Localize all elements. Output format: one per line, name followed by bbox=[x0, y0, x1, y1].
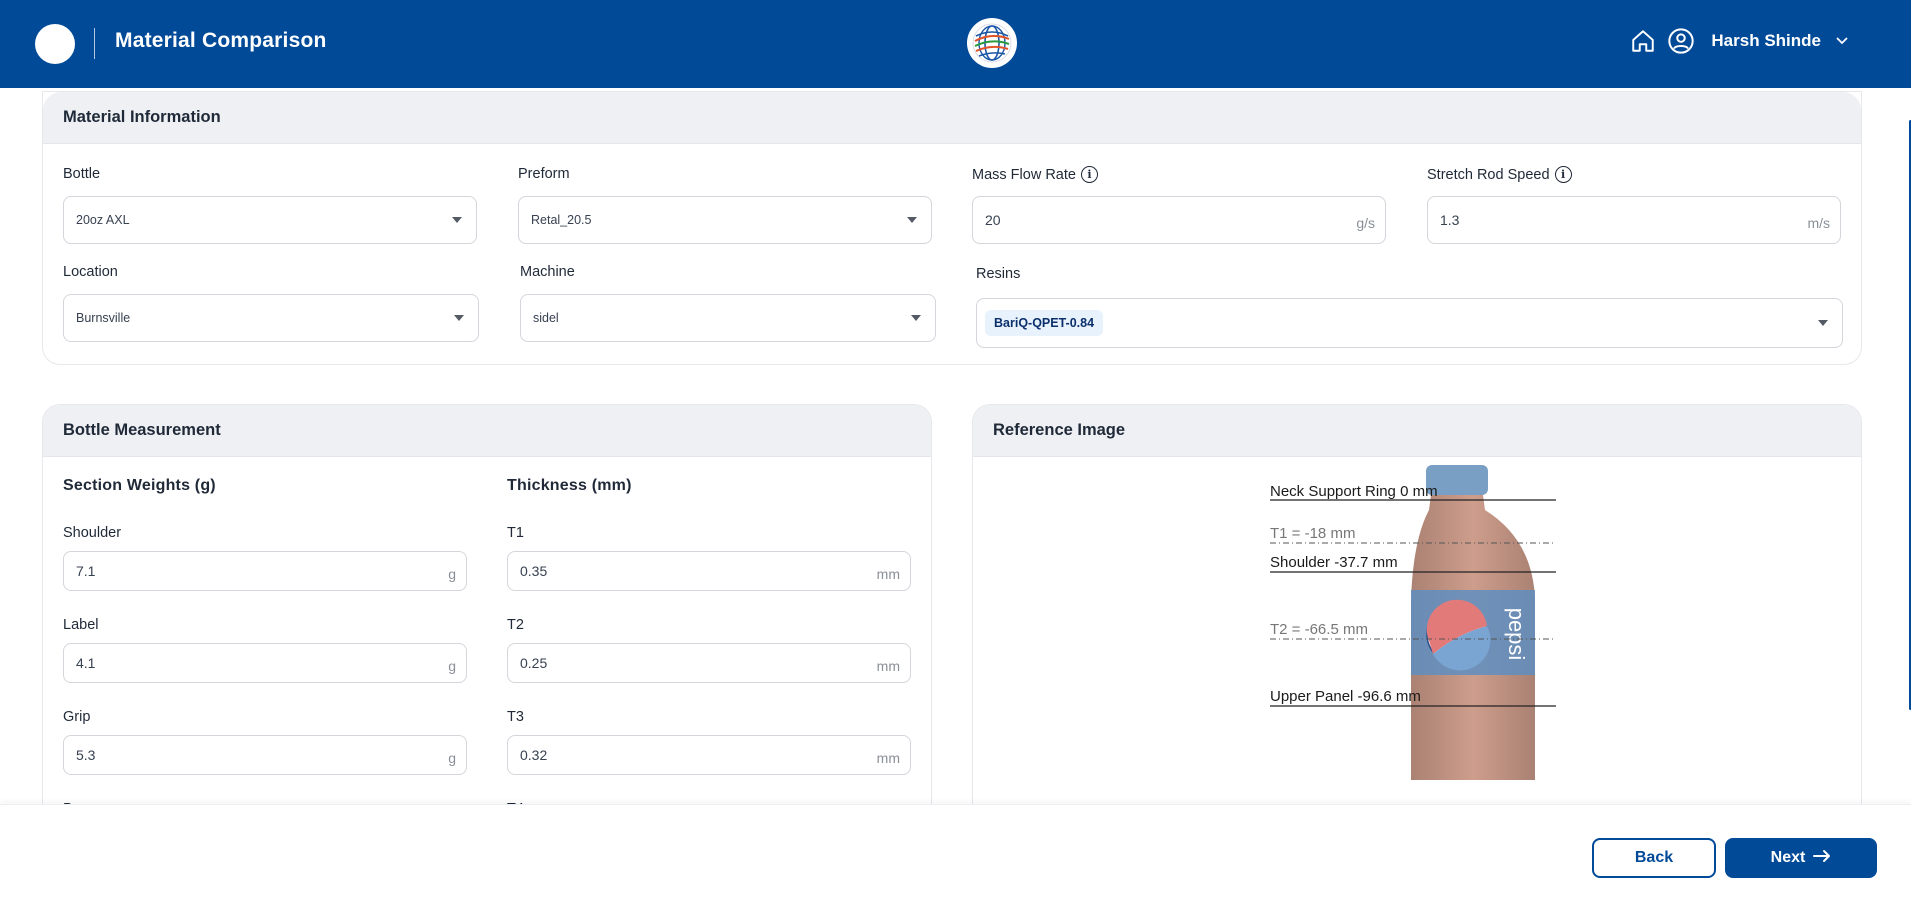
mass-flow-rate-label: Mass Flow Rate i bbox=[972, 166, 1098, 183]
t3-label: T3 bbox=[507, 709, 524, 725]
t1-label: T1 bbox=[507, 525, 524, 541]
stretch-rod-speed-unit: m/s bbox=[1807, 215, 1830, 231]
shoulder-label: Shoulder bbox=[63, 525, 122, 541]
t2-label: T2 bbox=[507, 617, 524, 633]
resin-chip[interactable]: BariQ-QPET-0.84 bbox=[985, 310, 1104, 336]
annotation-t1: T1 = -18 mm bbox=[1270, 525, 1355, 542]
back-button[interactable]: Back bbox=[1592, 838, 1716, 878]
globe-logo-icon bbox=[967, 18, 1017, 68]
arrow-right-icon bbox=[1813, 849, 1831, 868]
bottle-measurement-card: Bottle Measurement Section Weights (g) T… bbox=[42, 404, 932, 804]
shoulder-weight-input[interactable]: 7.1 g bbox=[63, 551, 467, 591]
machine-label: Machine bbox=[520, 264, 575, 280]
preform-select[interactable]: Retal_20.5 bbox=[518, 196, 932, 244]
card-title: Material Information bbox=[43, 92, 1861, 144]
label-weight-label: Label bbox=[63, 617, 99, 633]
info-icon[interactable]: i bbox=[1080, 166, 1098, 183]
resins-label: Resins bbox=[976, 266, 1021, 282]
grip-label: Grip bbox=[63, 709, 91, 725]
top-navigation-bar: Material Comparison Harsh Shinde bbox=[0, 0, 1911, 88]
preform-label: Preform bbox=[518, 166, 570, 182]
location-value: Burnsville bbox=[76, 311, 131, 325]
mass-flow-rate-value: 20 bbox=[985, 212, 1001, 228]
back-button-label: Back bbox=[1634, 849, 1674, 866]
page-title: Material Comparison bbox=[115, 29, 327, 52]
bottle-diagram: pepsi Neck Support Ring 0 mm T1 = -18 mm… bbox=[1270, 465, 1556, 780]
preform-value: Retal_20.5 bbox=[531, 213, 592, 227]
stretch-rod-speed-value: 1.3 bbox=[1440, 212, 1460, 228]
annotation-neck-support-ring: Neck Support Ring 0 mm bbox=[1270, 483, 1438, 500]
bottle-label: Bottle bbox=[63, 166, 101, 182]
reference-image-card: Reference Image pepsi Neck Support Ring … bbox=[972, 404, 1862, 804]
annotation-shoulder: Shoulder -37.7 mm bbox=[1270, 554, 1398, 571]
bottle-reference-image: pepsi Neck Support Ring 0 mm T1 = -18 mm… bbox=[1243, 450, 1573, 780]
card-title: Bottle Measurement bbox=[43, 405, 931, 457]
home-icon[interactable] bbox=[1629, 27, 1657, 55]
thickness-heading: Thickness (mm) bbox=[507, 477, 632, 494]
label-weight-input[interactable]: 4.1 g bbox=[63, 643, 467, 683]
user-name[interactable]: Harsh Shinde bbox=[1711, 31, 1821, 51]
location-select[interactable]: Burnsville bbox=[63, 294, 479, 342]
dropdown-caret-icon bbox=[911, 315, 921, 321]
t2-thickness-input[interactable]: 0.25 mm bbox=[507, 643, 911, 683]
info-icon[interactable]: i bbox=[1554, 166, 1572, 183]
dropdown-caret-icon bbox=[907, 217, 917, 223]
machine-value: sidel bbox=[533, 311, 559, 325]
dropdown-caret-icon bbox=[452, 217, 462, 223]
brand-text: pepsi bbox=[1504, 608, 1529, 661]
user-circle-icon[interactable] bbox=[1667, 27, 1695, 55]
t1-thickness-input[interactable]: 0.35 mm bbox=[507, 551, 911, 591]
app-logo[interactable] bbox=[35, 24, 75, 64]
location-label: Location bbox=[63, 264, 118, 280]
grip-weight-input[interactable]: 5.3 g bbox=[63, 735, 467, 775]
t3-thickness-input[interactable]: 0.32 mm bbox=[507, 735, 911, 775]
next-button-label: Next bbox=[1770, 849, 1806, 866]
mass-flow-rate-unit: g/s bbox=[1356, 215, 1375, 231]
machine-select[interactable]: sidel bbox=[520, 294, 936, 342]
next-button[interactable]: Next bbox=[1725, 838, 1877, 878]
footer-actions: Back Next bbox=[0, 804, 1911, 906]
chevron-down-icon[interactable] bbox=[1835, 33, 1849, 49]
resins-multiselect[interactable]: BariQ-QPET-0.84 bbox=[976, 298, 1843, 348]
user-area: Harsh Shinde bbox=[1629, 27, 1849, 55]
dropdown-caret-icon bbox=[1818, 320, 1828, 326]
bottle-select[interactable]: 20oz AXL bbox=[63, 196, 477, 244]
stretch-rod-speed-label: Stretch Rod Speed i bbox=[1427, 166, 1572, 183]
stretch-rod-speed-input[interactable]: 1.3 m/s bbox=[1427, 196, 1841, 244]
header-divider bbox=[94, 28, 95, 59]
content-scroll-area[interactable]: Material Information Bottle 20oz AXL Pre… bbox=[0, 88, 1911, 804]
annotation-upper-panel: Upper Panel -96.6 mm bbox=[1270, 688, 1421, 705]
mass-flow-rate-input[interactable]: 20 g/s bbox=[972, 196, 1386, 244]
annotation-t2: T2 = -66.5 mm bbox=[1270, 621, 1368, 638]
dropdown-caret-icon bbox=[454, 315, 464, 321]
material-information-card: Material Information Bottle 20oz AXL Pre… bbox=[42, 91, 1862, 365]
bottle-value: 20oz AXL bbox=[76, 213, 130, 227]
section-weights-heading: Section Weights (g) bbox=[63, 477, 216, 494]
